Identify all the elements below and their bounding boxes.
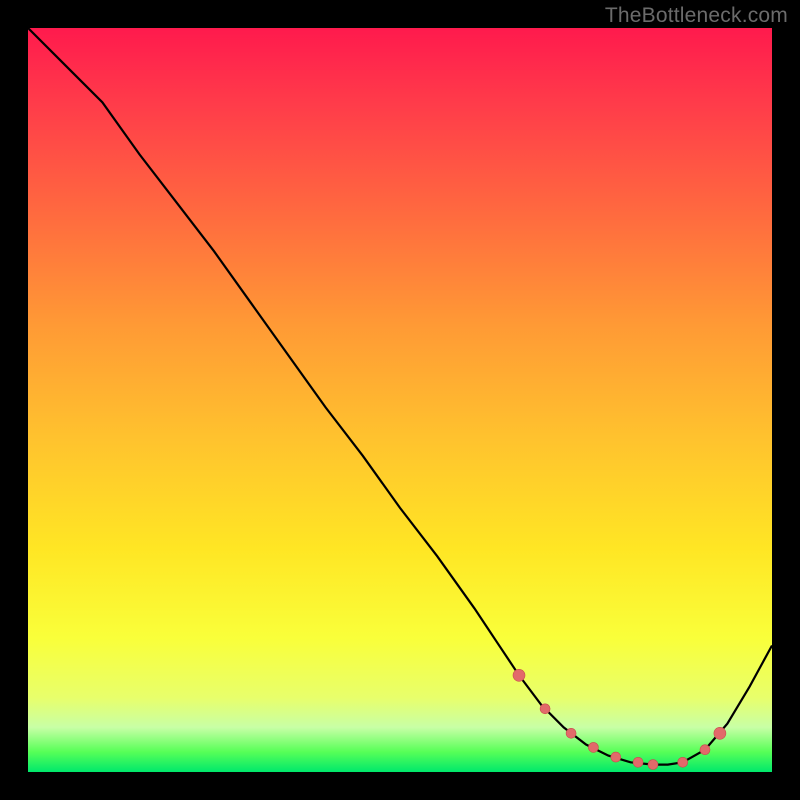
marker-dot [648,760,658,770]
marker-dot [678,757,688,767]
marker-dot [588,742,598,752]
marker-dot [700,745,710,755]
bottleneck-curve [28,28,772,765]
marker-dot [513,669,525,681]
marker-dots [513,669,726,769]
watermark-text: TheBottleneck.com [605,4,788,28]
marker-dot [611,752,621,762]
plot-area [28,28,772,772]
marker-dot [714,727,726,739]
curve-layer [28,28,772,772]
marker-dot [566,728,576,738]
chart-stage: TheBottleneck.com [0,0,800,800]
marker-dot [540,704,550,714]
marker-dot [633,757,643,767]
